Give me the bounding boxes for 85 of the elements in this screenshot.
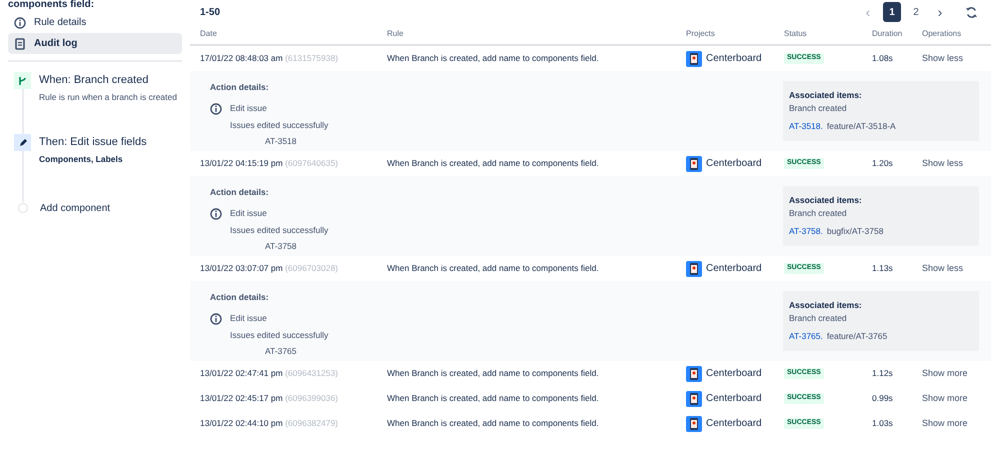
project-name: Centerboard bbox=[706, 52, 762, 66]
duration-cell-text: 1.13s bbox=[872, 262, 894, 275]
rule-cell-text: When Branch is created, add name to components field. bbox=[387, 392, 600, 405]
refresh-icon[interactable] bbox=[963, 4, 979, 20]
associated-heading: Associated items: bbox=[789, 89, 863, 102]
date-cell-text: 13/01/22 04:15:19 pm (6097640635) bbox=[200, 157, 340, 170]
project-name: Centerboard bbox=[706, 392, 762, 406]
details-heading: Action details: bbox=[210, 291, 270, 304]
associated-label: Branch created bbox=[789, 312, 848, 324]
info-icon bbox=[210, 208, 222, 220]
associated-heading: Associated items: bbox=[789, 299, 863, 312]
date-cell-text: 13/01/22 02:47:41 pm (6096431253) bbox=[200, 367, 340, 380]
associated-label: Branch created bbox=[789, 206, 848, 220]
show-toggle-link[interactable]: Show more bbox=[922, 366, 968, 380]
column-header: Duration bbox=[872, 28, 904, 40]
rule-cell-text: When Branch is created, add name to components field. bbox=[387, 262, 600, 275]
date-cell-text: 13/01/22 02:45:17 pm (6096399036) bbox=[200, 392, 340, 405]
column-header: Projects bbox=[686, 28, 716, 40]
rule-cell-text: When Branch is created, add name to components field. bbox=[387, 52, 600, 65]
show-toggle-link[interactable]: Show less bbox=[922, 156, 964, 170]
rule-cell-text: When Branch is created, add name to components field. bbox=[387, 157, 600, 170]
action-message: Issues edited successfully bbox=[230, 224, 328, 236]
step-title[interactable]: When: Branch created bbox=[39, 72, 177, 88]
show-toggle-link[interactable]: Show less bbox=[922, 262, 964, 276]
step-title[interactable]: Then: Edit issue fields bbox=[39, 134, 147, 150]
branch-icon bbox=[14, 72, 31, 89]
column-header: Date bbox=[200, 28, 218, 40]
show-toggle-link[interactable]: Show less bbox=[922, 52, 964, 66]
action-name: Edit issue bbox=[230, 206, 268, 220]
page-button[interactable]: 2 bbox=[907, 2, 925, 22]
branch-name: feature/AT-3518-A bbox=[826, 120, 896, 132]
action-message: Issues edited successfully bbox=[230, 328, 328, 342]
duration-cell-text: 0.99s bbox=[872, 392, 894, 405]
date-cell-text: 13/01/22 02:44:10 pm (6096382479) bbox=[200, 417, 340, 430]
info-icon bbox=[210, 102, 222, 115]
rule-name: components field: bbox=[8, 0, 96, 10]
project-avatar-icon bbox=[686, 260, 702, 276]
step-subtitle: Components, Labels bbox=[39, 152, 124, 166]
issue-key: AT-3765 bbox=[230, 345, 328, 358]
project-avatar-icon bbox=[686, 390, 702, 406]
project-avatar-icon bbox=[686, 366, 702, 382]
result-range: 1-50 bbox=[200, 6, 220, 20]
project-name: Centerboard bbox=[706, 157, 762, 171]
column-header: Rule bbox=[387, 28, 404, 40]
info-icon bbox=[210, 312, 222, 325]
date-cell-text: 13/01/22 03:07:07 pm (6096703028) bbox=[200, 262, 340, 275]
step-subtitle: Rule is run when a branch is created bbox=[39, 90, 177, 104]
action-name: Edit issue bbox=[230, 312, 268, 324]
issue-key: AT-3758 bbox=[230, 240, 328, 253]
branch-name: bugfix/AT-3758 bbox=[826, 224, 884, 238]
rule-cell-text: When Branch is created, add name to components field. bbox=[387, 417, 600, 430]
details-heading: Action details: bbox=[210, 81, 270, 94]
show-toggle-link[interactable]: Show more bbox=[922, 416, 968, 430]
show-toggle-link[interactable]: Show more bbox=[922, 392, 968, 406]
associated-label: Branch created bbox=[789, 102, 848, 114]
next-page-button[interactable]: › bbox=[931, 2, 949, 22]
document-icon bbox=[15, 38, 25, 50]
action-name: Edit issue bbox=[230, 102, 268, 114]
duration-cell-text: 1.12s bbox=[872, 367, 894, 380]
project-avatar-icon bbox=[686, 50, 702, 66]
issue-key: AT-3518 bbox=[230, 135, 328, 148]
duration-cell-text: 1.20s bbox=[872, 157, 894, 170]
column-header: Operations bbox=[922, 28, 962, 40]
sidebar-nav-item[interactable]: Audit log bbox=[8, 33, 182, 54]
column-header: Status bbox=[784, 28, 808, 40]
project-avatar-icon bbox=[686, 156, 702, 172]
project-avatar-icon bbox=[686, 416, 702, 432]
branch-name: feature/AT-3765 bbox=[826, 330, 888, 342]
duration-cell-text: 1.03s bbox=[872, 417, 894, 430]
issue-link[interactable]: AT-3765. bbox=[789, 330, 823, 342]
info-icon bbox=[14, 16, 26, 28]
issue-link[interactable]: AT-3518. bbox=[789, 120, 823, 132]
page-button[interactable]: 1 bbox=[883, 2, 901, 22]
details-heading: Action details: bbox=[210, 186, 270, 199]
rule-cell-text: When Branch is created, add name to components field. bbox=[387, 367, 600, 380]
duration-cell-text: 1.08s bbox=[872, 52, 894, 65]
project-name: Centerboard bbox=[706, 262, 762, 276]
project-name: Centerboard bbox=[706, 417, 762, 431]
associated-heading: Associated items: bbox=[789, 194, 863, 207]
project-name: Centerboard bbox=[706, 367, 762, 381]
action-message: Issues edited successfully bbox=[230, 118, 328, 132]
pencil-icon bbox=[14, 134, 31, 151]
step-title[interactable]: Add component bbox=[40, 200, 110, 216]
date-cell-text: 17/01/22 08:48:03 am (6131575938) bbox=[200, 52, 340, 65]
issue-link[interactable]: AT-3758. bbox=[789, 224, 823, 238]
